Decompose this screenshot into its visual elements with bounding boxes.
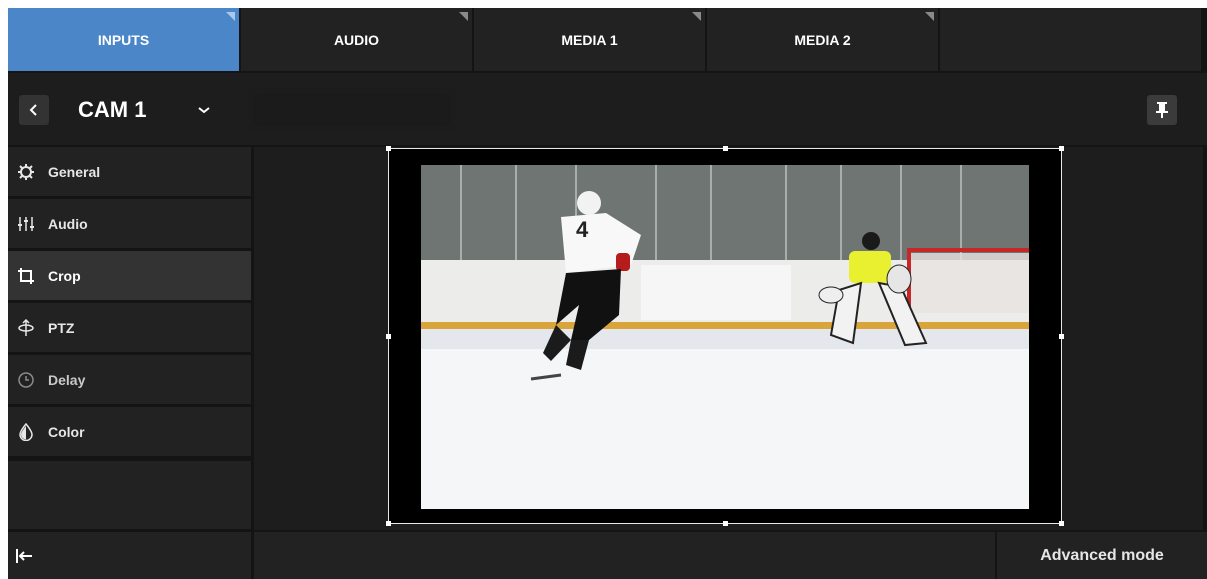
camera-preview-image: 4 <box>421 165 1029 509</box>
sidebar-item-label: General <box>48 163 101 180</box>
clock-icon <box>16 370 36 390</box>
collapse-left-icon <box>16 548 32 563</box>
sidebar-item-color[interactable]: Color <box>8 407 251 456</box>
sidebar-empty-area <box>8 461 251 529</box>
tab-label: MEDIA 1 <box>561 31 618 48</box>
sidebar-item-label: Crop <box>48 267 81 284</box>
sidebar-item-crop[interactable]: Crop <box>8 251 251 300</box>
sidebar-item-label: Color <box>48 423 85 440</box>
tab-inputs[interactable]: INPUTS <box>8 8 239 71</box>
tab-label: INPUTS <box>97 31 150 48</box>
input-title[interactable]: CAM 1 <box>78 95 146 125</box>
footer-bar <box>254 532 995 579</box>
crop-handle-bottom[interactable] <box>723 521 728 526</box>
crop-icon <box>16 266 36 286</box>
tab-label: MEDIA 2 <box>794 31 851 48</box>
sidebar-item-delay[interactable]: Delay <box>8 355 251 404</box>
tab-label: AUDIO <box>333 31 380 48</box>
drop-icon <box>16 422 36 442</box>
crop-handle-bottom-left[interactable] <box>386 521 391 526</box>
crop-handle-top[interactable] <box>723 146 728 151</box>
crop-handle-top-left[interactable] <box>386 146 391 151</box>
sidebar-item-label: Delay <box>48 371 86 388</box>
pin-button[interactable] <box>1147 95 1177 125</box>
crop-handle-right[interactable] <box>1059 334 1064 339</box>
tab-corner-icon <box>226 12 235 21</box>
sidebar-item-general[interactable]: General <box>8 147 251 196</box>
tab-corner-icon <box>925 12 934 21</box>
crop-frame[interactable]: 4 <box>386 146 1064 526</box>
advanced-mode-button[interactable]: Advanced mode <box>997 532 1207 579</box>
tab-corner-icon <box>459 12 468 21</box>
crop-handle-top-right[interactable] <box>1059 146 1064 151</box>
tab-media-1[interactable]: MEDIA 1 <box>474 8 705 71</box>
chevron-down-icon[interactable] <box>195 101 213 119</box>
sliders-icon <box>16 214 36 234</box>
svg-text:4: 4 <box>576 217 589 242</box>
preview-area: 4 <box>254 146 1203 530</box>
back-button[interactable] <box>19 95 49 125</box>
crop-handle-bottom-right[interactable] <box>1059 521 1064 526</box>
sidebar-item-label: PTZ <box>48 319 75 336</box>
app-window: INPUTS AUDIO MEDIA 1 MEDIA 2 CAM 1 Gener… <box>8 8 1207 579</box>
gear-icon <box>16 162 36 182</box>
ptz-icon <box>16 318 36 338</box>
tab-empty[interactable] <box>940 8 1201 71</box>
input-header: CAM 1 <box>8 73 1207 145</box>
tab-audio[interactable]: AUDIO <box>241 8 472 71</box>
input-name-field[interactable] <box>252 93 452 127</box>
pin-icon <box>1156 102 1168 118</box>
chevron-left-icon <box>29 104 37 116</box>
sidebar-item-audio[interactable]: Audio <box>8 199 251 248</box>
sidebar-item-ptz[interactable]: PTZ <box>8 303 251 352</box>
tab-corner-icon <box>692 12 701 21</box>
crop-handle-left[interactable] <box>386 334 391 339</box>
sidebar-item-label: Audio <box>48 215 88 232</box>
collapse-sidebar-button[interactable] <box>8 532 251 579</box>
tab-media-2[interactable]: MEDIA 2 <box>707 8 938 71</box>
